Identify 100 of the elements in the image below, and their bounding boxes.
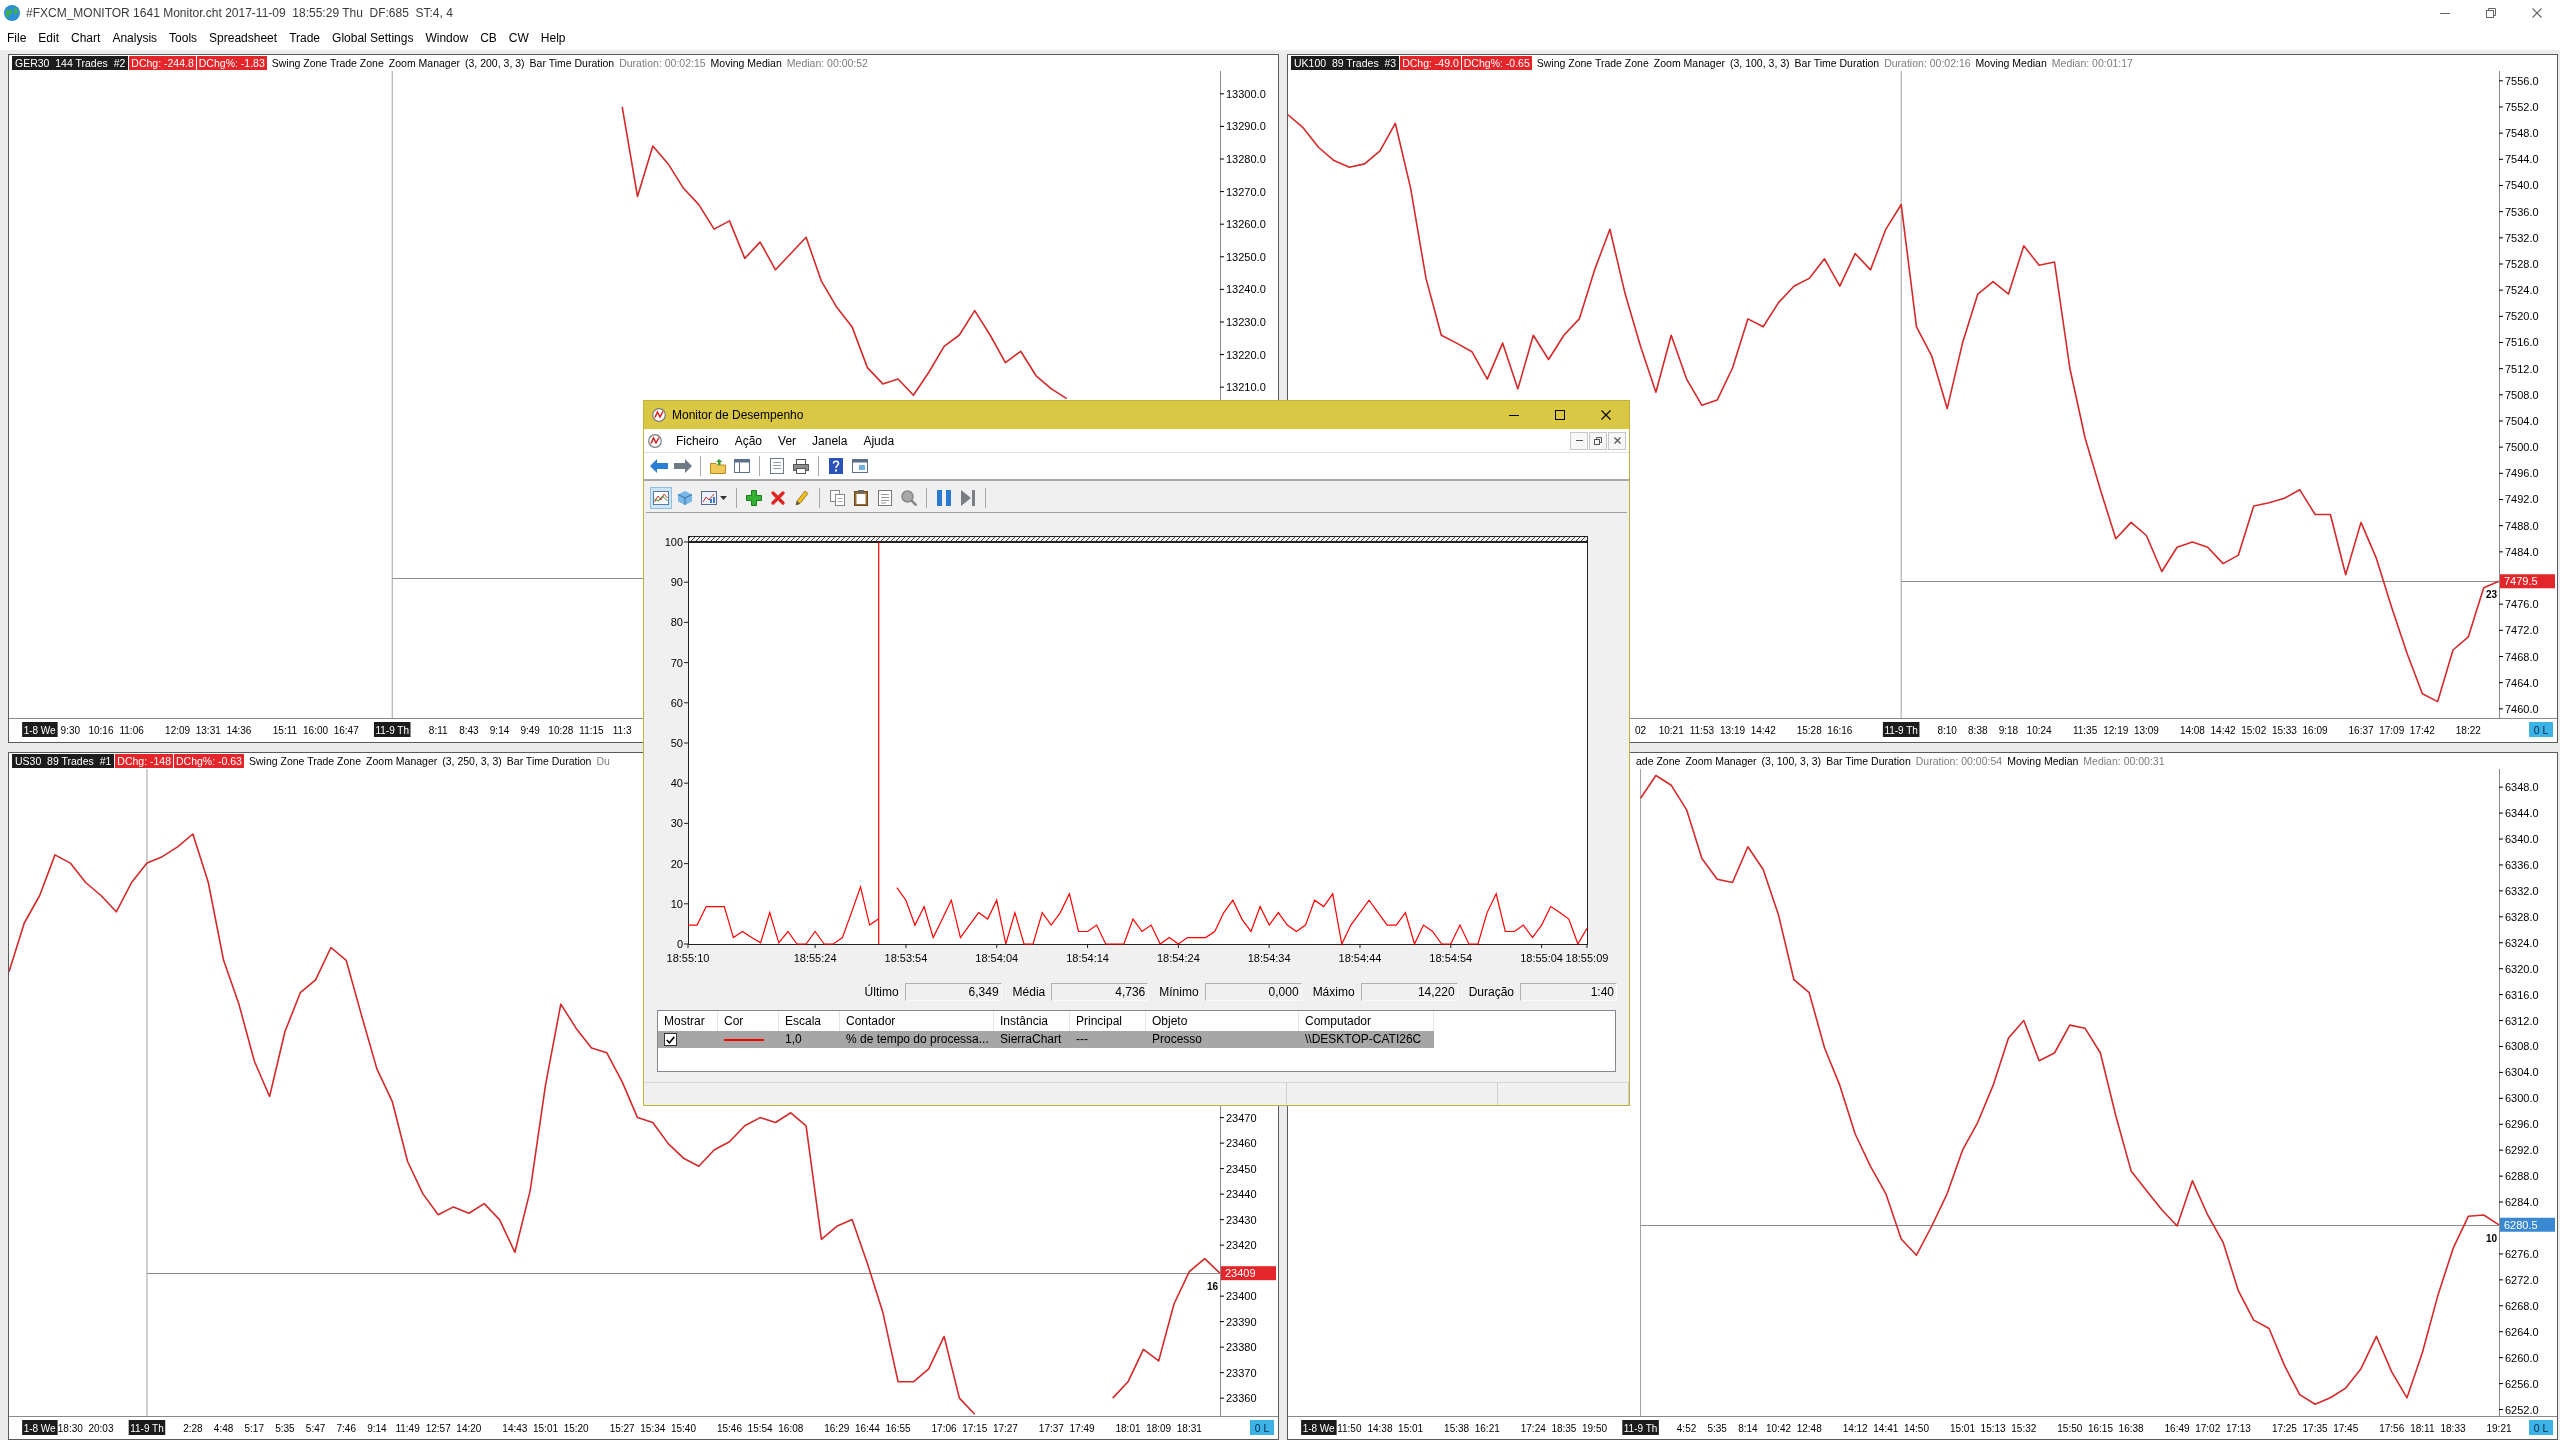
clipboard-icon[interactable]	[854, 490, 868, 506]
cross-icon[interactable]	[771, 491, 785, 505]
menu-item[interactable]: Tools	[163, 29, 204, 47]
step-forward-icon[interactable]	[961, 490, 975, 506]
time-axis-label: 8:38	[1968, 725, 1988, 736]
study-name-label: ade Zone	[1636, 753, 1681, 768]
y-axis-label: 6296.0	[2505, 1117, 2539, 1130]
window-icon[interactable]	[852, 459, 868, 473]
forward-arrow-icon[interactable]	[674, 459, 692, 473]
time-axis-label: 18:35	[1551, 1422, 1577, 1434]
menu-item[interactable]: Edit	[32, 29, 66, 47]
help-icon[interactable]	[829, 458, 843, 474]
counter-row[interactable]: 1,0 % de tempo do processa... SierraChart --- Processo \\DESKTOP-CATI26C	[658, 1031, 1434, 1048]
menu-item[interactable]: Trade	[283, 29, 327, 47]
close-icon[interactable]	[2532, 8, 2542, 18]
symbol-label: UK100 89 Trades #3	[1291, 56, 1400, 70]
y-axis-label: 13280.0	[1226, 153, 1266, 165]
stat-value-field: 14,220	[1360, 983, 1458, 1001]
time-axis-label: 9:30	[60, 725, 81, 736]
date-marker-label: 11-9 Th	[1622, 1419, 1659, 1435]
maximize-icon[interactable]	[1555, 410, 1565, 420]
show-checkbox[interactable]	[664, 1033, 677, 1046]
study-name-label: Swing Zone Trade Zone	[1536, 56, 1649, 70]
framed-chart-icon[interactable]	[701, 491, 717, 505]
time-axis-label: 12:09	[165, 725, 191, 736]
stat-label: Último	[864, 985, 899, 999]
menu-item[interactable]: Ficheiro	[668, 433, 727, 448]
y-axis-label: 7552.0	[2505, 101, 2539, 113]
daily-change-label: DChg: -49.0	[1400, 56, 1461, 70]
menu-item[interactable]: Chart	[65, 29, 107, 47]
panes-icon[interactable]	[734, 459, 750, 473]
menu-item[interactable]: Window	[419, 29, 475, 47]
time-axis-label: 17:02	[2195, 1422, 2221, 1434]
time-axis-label: 11:49	[395, 1422, 420, 1434]
menu-item[interactable]: Ver	[770, 433, 805, 448]
y-axis-label: 70	[670, 656, 683, 669]
menu-item[interactable]: Ajuda	[855, 433, 903, 448]
time-axis-label: 14:41	[1873, 1422, 1899, 1434]
time-axis-label: 17:24	[1520, 1422, 1546, 1434]
date-marker-label: 11-9 Th	[1882, 722, 1920, 737]
y-axis-label: 7484.0	[2505, 545, 2539, 558]
close-icon[interactable]	[1601, 410, 1611, 420]
y-axis-label: 6272.0	[2505, 1273, 2539, 1286]
y-axis-label: 13290.0	[1226, 120, 1266, 133]
y-axis-label: 6332.0	[2505, 884, 2539, 897]
menu-item[interactable]: Ação	[726, 433, 771, 448]
bar-count-label: 16	[1206, 1280, 1218, 1292]
daily-change-label: DChg: -148	[115, 753, 173, 768]
minimize-icon[interactable]	[2440, 12, 2450, 14]
list-document-icon[interactable]	[878, 490, 892, 506]
time-axis-label: 17:49	[1069, 1422, 1095, 1434]
table-cell-text: % de tempo do processa...	[845, 1031, 990, 1048]
back-arrow-icon[interactable]	[650, 459, 668, 473]
pulse-circle-icon[interactable]	[648, 433, 662, 448]
minimize-icon[interactable]	[1575, 440, 1583, 441]
folder-icon[interactable]	[710, 458, 726, 474]
y-axis-label: 6268.0	[2505, 1299, 2539, 1312]
y-axis-label: 60	[670, 696, 683, 709]
menu-item[interactable]: CW	[502, 29, 535, 47]
time-axis-label: 11:3	[612, 725, 632, 736]
restore-icon[interactable]	[1594, 436, 1602, 445]
y-axis-label: 6264.0	[2505, 1325, 2539, 1338]
document-icon[interactable]	[770, 458, 784, 474]
time-axis-label: 11:53	[1689, 725, 1715, 736]
printer-icon[interactable]	[793, 458, 809, 474]
time-axis-label: 13:09	[2133, 725, 2159, 736]
pencil-icon[interactable]	[795, 490, 809, 506]
close-icon[interactable]	[1613, 437, 1621, 444]
time-axis-label: 17:56	[2379, 1422, 2405, 1434]
restore-button[interactable]	[1589, 431, 1607, 450]
y-axis-label: 23440	[1226, 1187, 1257, 1200]
pause-icon[interactable]	[937, 490, 951, 506]
y-axis-label: 6276.0	[2505, 1247, 2539, 1260]
menu-item[interactable]: Analysis	[106, 29, 164, 47]
time-axis-label: 15:01	[1949, 1422, 1975, 1434]
menu-item[interactable]: Janela	[804, 433, 856, 448]
study-value-label: Median: 00:00:52	[786, 56, 868, 70]
close-button[interactable]	[1608, 431, 1626, 450]
stat-value-field: 0,000	[1204, 983, 1302, 1001]
menu-item[interactable]: File	[1, 29, 33, 47]
copy-icon[interactable]	[829, 490, 845, 506]
menu-item[interactable]: Help	[534, 29, 572, 47]
y-axis-label: 6328.0	[2505, 910, 2539, 923]
y-axis-label: 7488.0	[2505, 519, 2539, 532]
y-axis-label: 7540.0	[2505, 179, 2539, 192]
x-axis-label: 18:54:14	[1066, 952, 1109, 964]
menu-item[interactable]: Spreadsheet	[203, 29, 284, 47]
y-axis-label: 50	[670, 737, 683, 749]
y-axis-label: 7500.0	[2505, 441, 2539, 454]
magnifier-icon[interactable]	[901, 490, 917, 506]
time-axis-label: 16:16	[1827, 725, 1853, 736]
plus-icon[interactable]	[746, 490, 762, 506]
caret-icon[interactable]	[720, 496, 727, 500]
y-axis-label: 20	[670, 857, 683, 870]
restore-icon[interactable]	[2486, 8, 2496, 18]
time-axis-label: 17:27	[992, 1422, 1018, 1434]
menu-item[interactable]: CB	[474, 29, 503, 47]
y-axis-label: 7524.0	[2505, 284, 2539, 297]
minimize-icon[interactable]	[1509, 414, 1519, 416]
menu-item[interactable]: Global Settings	[326, 29, 420, 47]
